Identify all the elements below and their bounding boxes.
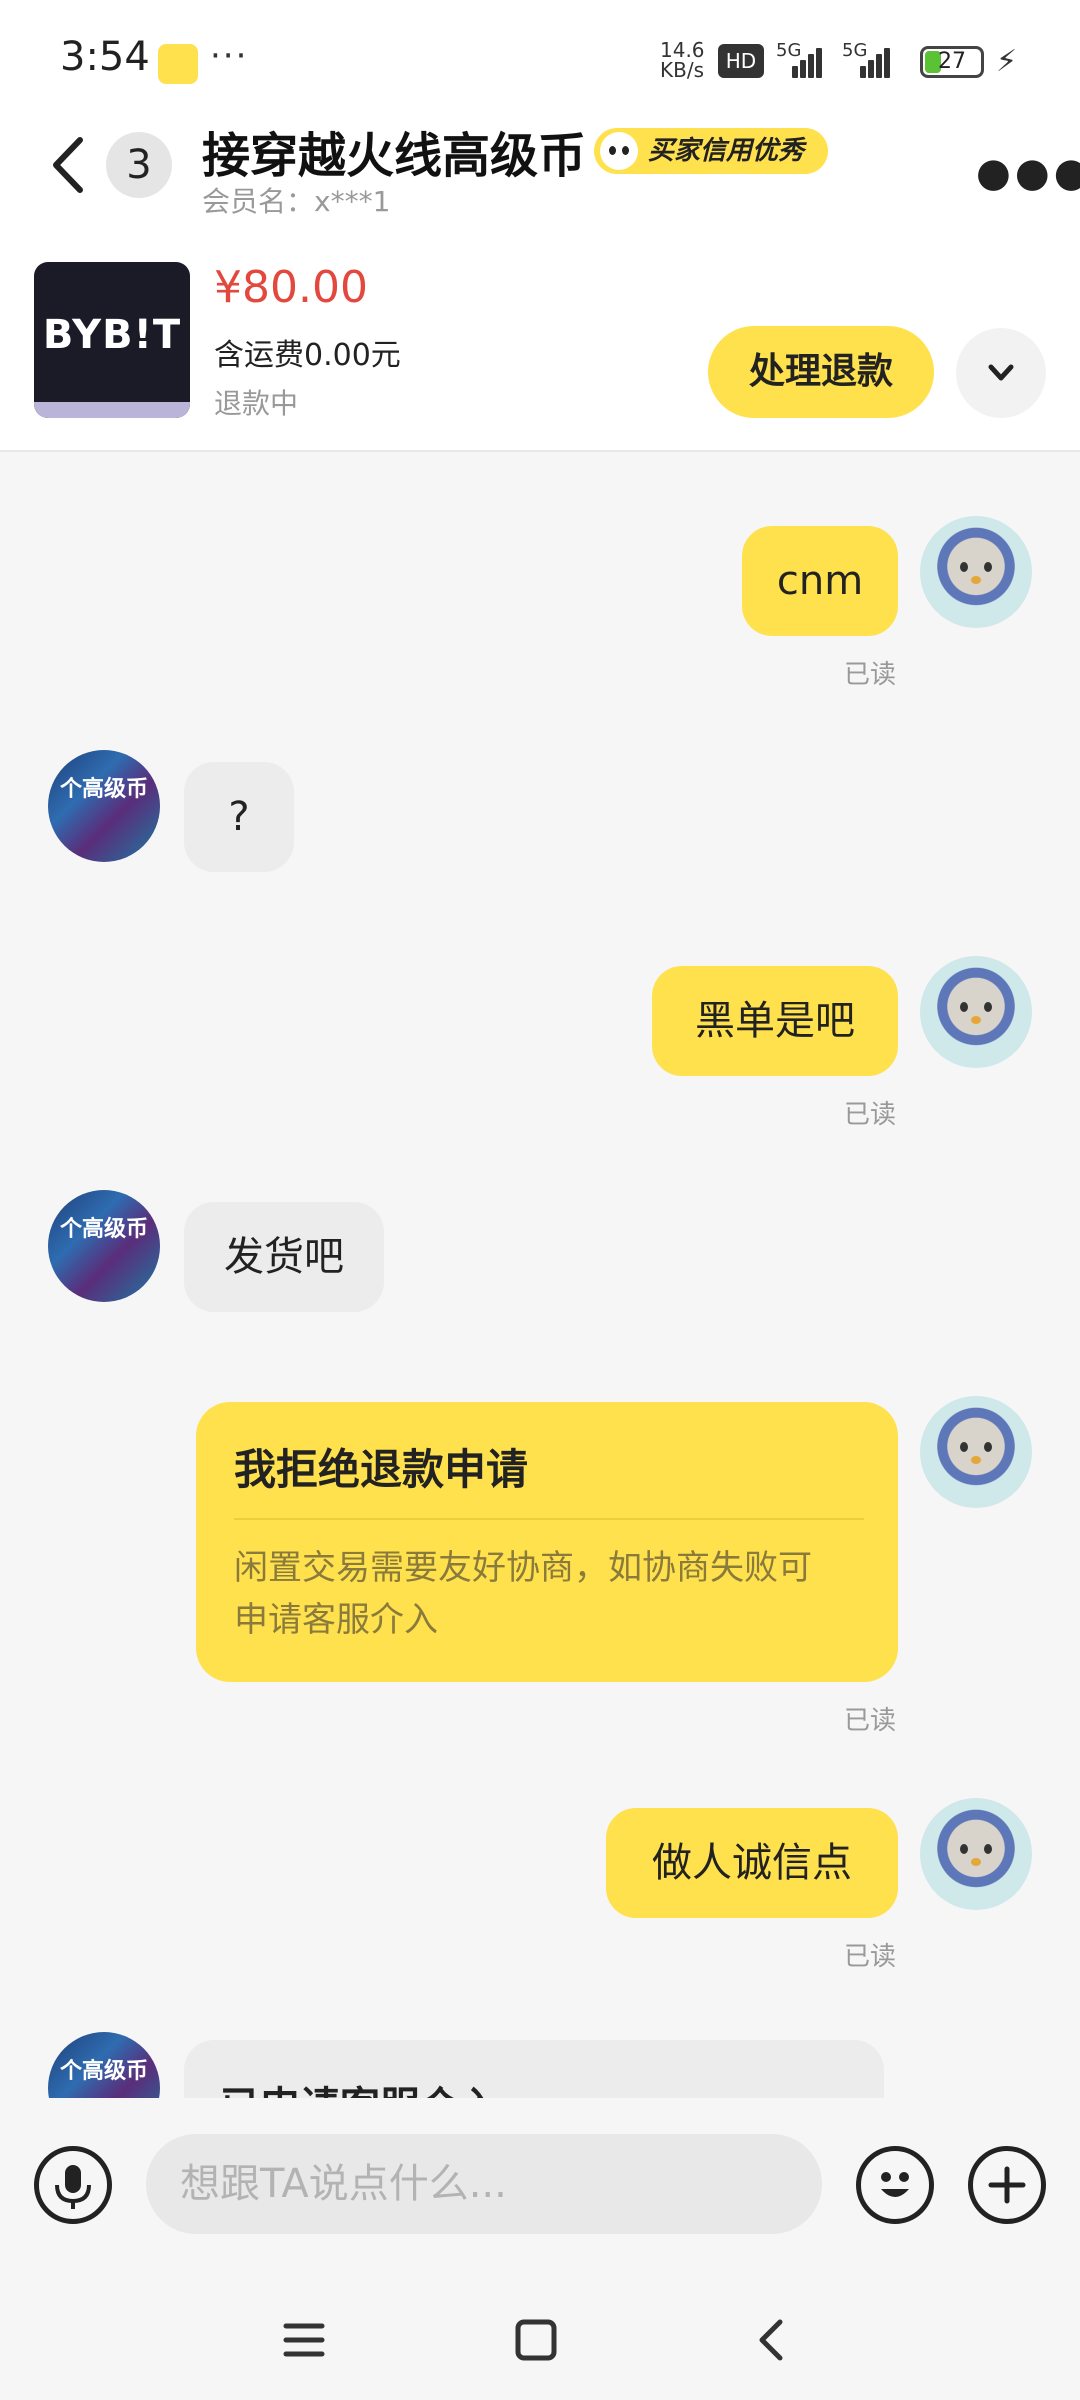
seller-avatar[interactable]: 个高级币 xyxy=(48,750,160,862)
shipping-fee: 含运费0.00元 xyxy=(214,338,401,373)
network-speed: 14.6 KB/s xyxy=(660,38,705,82)
back-button[interactable] xyxy=(44,130,94,200)
battery-icon: 27 xyxy=(920,46,984,78)
product-image[interactable]: BYB!T xyxy=(34,262,190,418)
process-refund-button[interactable]: 处理退款 xyxy=(708,326,934,418)
read-receipt: 已读 xyxy=(844,660,897,690)
read-receipt: 已读 xyxy=(844,1100,897,1130)
read-receipt: 已读 xyxy=(844,1942,897,1972)
message-input[interactable]: 想跟TA说点什么... xyxy=(146,2134,822,2234)
home-nav-icon[interactable] xyxy=(514,2318,558,2362)
message-bubble-me[interactable]: 做人诚信点 xyxy=(606,1808,898,1918)
card-divider xyxy=(234,1518,864,1520)
message-bubble-them[interactable]: 发货吧 xyxy=(184,1202,384,1312)
add-attachment-button[interactable] xyxy=(968,2146,1046,2224)
menu-nav-icon[interactable] xyxy=(282,2318,326,2362)
battery-level: 27 xyxy=(938,49,966,74)
more-options-icon[interactable]: ●●● xyxy=(976,150,1080,196)
microphone-icon xyxy=(55,2165,91,2209)
seller-avatar[interactable]: 个高级币 xyxy=(48,1190,160,1302)
product-logo: BYB!T xyxy=(42,312,182,358)
product-price: ¥80.00 xyxy=(214,262,368,313)
avatar-text: 个高级币 xyxy=(59,777,148,802)
charging-icon: ⚡ xyxy=(996,44,1018,79)
voice-input-button[interactable] xyxy=(34,2146,112,2224)
network-speed-unit: KB/s xyxy=(660,58,704,82)
status-more-icon: ··· xyxy=(210,36,249,76)
message-bubble-me[interactable]: 黑单是吧 xyxy=(652,966,898,1076)
buyer-credit-badge[interactable]: 买家信用优秀 xyxy=(594,128,829,174)
avatar-text: 个高级币 xyxy=(59,2059,148,2084)
emoji-icon xyxy=(881,2172,909,2197)
status-time: 3:54 xyxy=(60,34,150,80)
card-title: 我拒绝退款申请 xyxy=(234,1445,529,1494)
my-avatar[interactable] xyxy=(920,1396,1032,1508)
my-avatar[interactable] xyxy=(920,1798,1032,1910)
plus-icon xyxy=(988,2166,1026,2204)
buyer-credit-label: 买家信用优秀 xyxy=(648,136,805,166)
hd-icon: HD xyxy=(718,44,764,78)
message-bubble-me[interactable]: cnm xyxy=(742,526,898,636)
emoji-button[interactable] xyxy=(856,2146,934,2224)
avatar-text: 个高级币 xyxy=(59,1217,148,1242)
credit-face-icon xyxy=(600,132,638,170)
member-name: 会员名：x***1 xyxy=(202,185,391,218)
back-nav-icon[interactable] xyxy=(752,2316,792,2364)
chevron-down-icon xyxy=(988,364,1014,381)
network-speed-value: 14.6 xyxy=(660,38,705,62)
unread-count-badge[interactable]: 3 xyxy=(106,132,172,198)
expand-button[interactable] xyxy=(956,328,1046,418)
refund-rejected-card[interactable]: 我拒绝退款申请 闲置交易需要友好协商，如协商失败可申请客服介入 xyxy=(196,1402,898,1682)
my-avatar[interactable] xyxy=(920,956,1032,1068)
app-notification-icon xyxy=(158,44,198,84)
message-bubble-them[interactable]: ? xyxy=(184,762,294,872)
status-bar: 3:54 ··· 14.6 KB/s HD 5G 5G 27 ⚡ xyxy=(0,0,1080,120)
my-avatar[interactable] xyxy=(920,516,1032,628)
signal-icon xyxy=(846,44,890,78)
signal-icon xyxy=(778,44,822,78)
card-body: 闲置交易需要友好协商，如协商失败可申请客服介入 xyxy=(234,1548,812,1640)
refund-status: 退款中 xyxy=(214,387,299,420)
chat-title: 接穿越火线高级币 xyxy=(202,128,587,184)
read-receipt: 已读 xyxy=(844,1706,897,1736)
